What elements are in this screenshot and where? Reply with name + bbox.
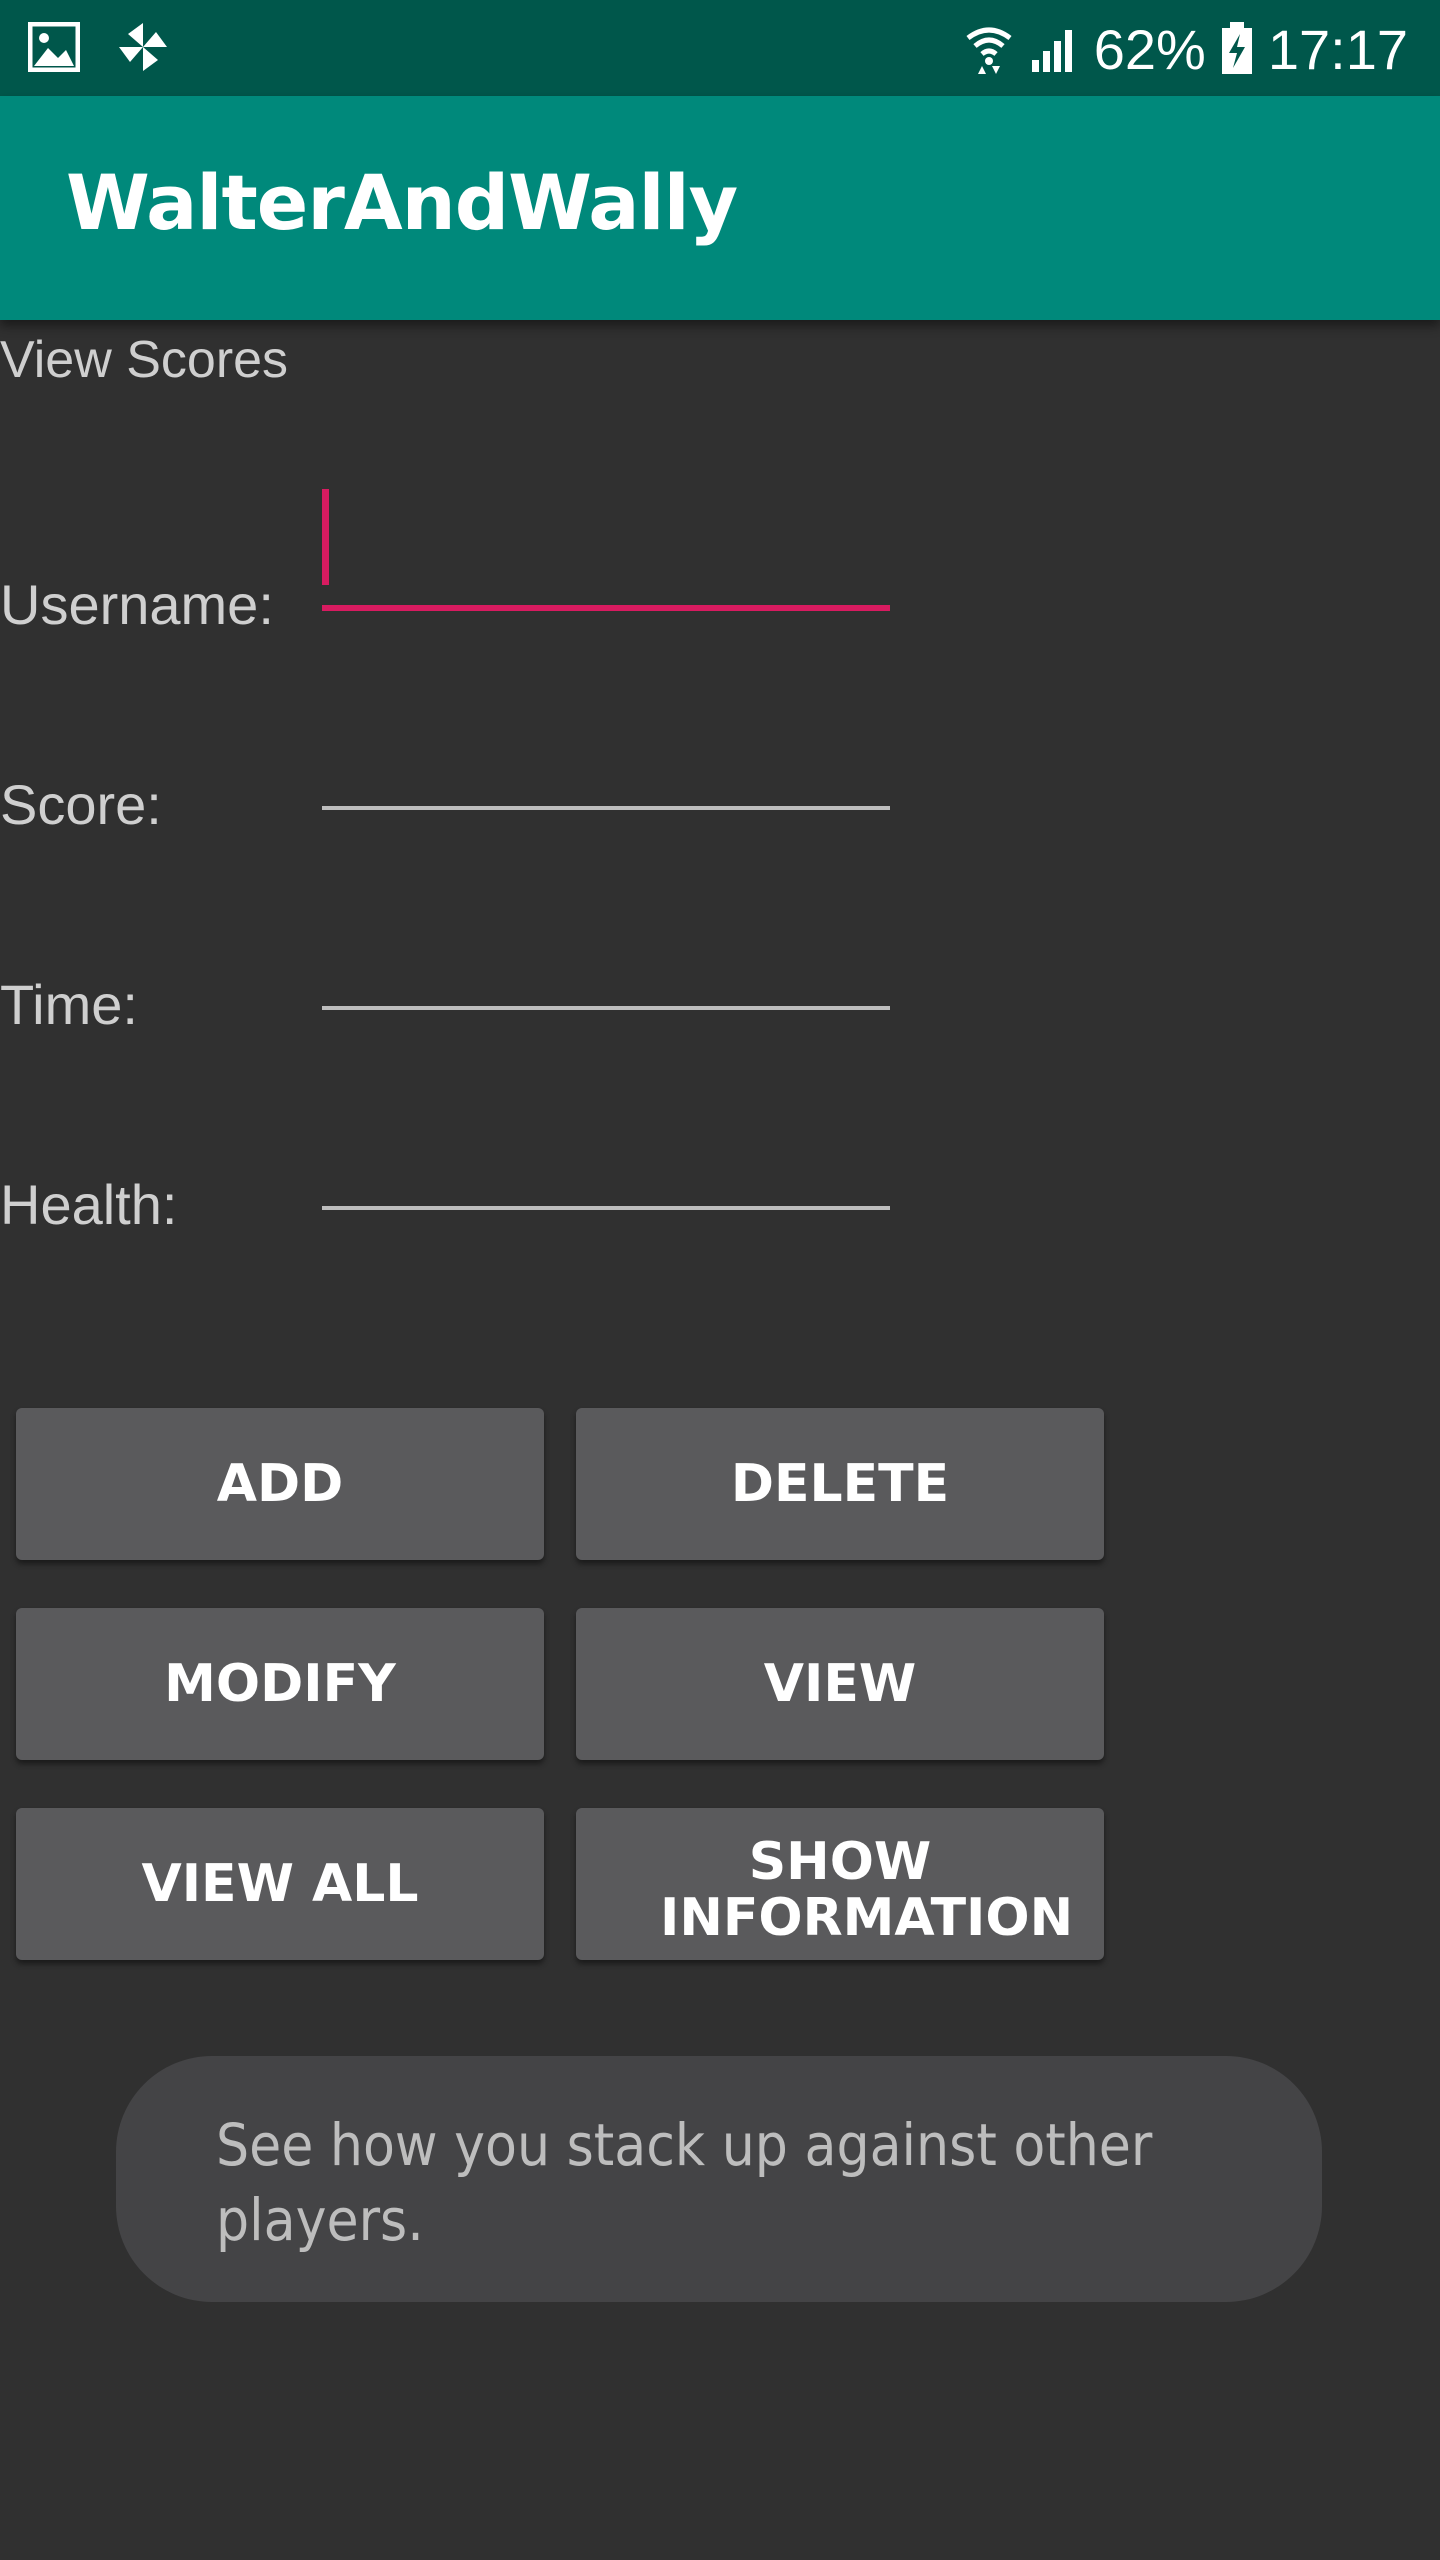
username-field[interactable] bbox=[322, 489, 890, 611]
add-button-label: ADD bbox=[216, 1453, 344, 1514]
toast-message: See how you stack up against other playe… bbox=[116, 2056, 1322, 2302]
score-field[interactable] bbox=[322, 716, 890, 810]
show-information-button[interactable]: SHOW INFORMATION bbox=[576, 1808, 1104, 1960]
system-status: 62% 17:17 bbox=[964, 14, 1408, 84]
health-field[interactable] bbox=[322, 1116, 890, 1210]
view-button[interactable]: VIEW bbox=[576, 1608, 1104, 1760]
pinwheel-notification-icon bbox=[119, 23, 167, 71]
time-label: Time: bbox=[0, 973, 138, 1036]
delete-button-label: DELETE bbox=[730, 1453, 950, 1514]
health-label: Health: bbox=[0, 1173, 178, 1236]
view-all-button-label: VIEW ALL bbox=[141, 1853, 419, 1914]
view-all-button[interactable]: VIEW ALL bbox=[16, 1808, 544, 1960]
battery-charging-icon bbox=[1221, 22, 1252, 74]
modify-button-label: MODIFY bbox=[164, 1653, 396, 1714]
notification-icons bbox=[28, 20, 170, 74]
battery-percentage: 62% bbox=[1093, 17, 1206, 81]
score-label: Score: bbox=[0, 773, 162, 836]
cell-signal-icon bbox=[1031, 30, 1072, 72]
modify-button[interactable]: MODIFY bbox=[16, 1608, 544, 1760]
delete-button[interactable]: DELETE bbox=[576, 1408, 1104, 1560]
view-button-label: VIEW bbox=[763, 1653, 917, 1714]
status-bar: 62% 17:17 bbox=[0, 0, 1440, 96]
app-title: WalterAndWally bbox=[66, 158, 738, 247]
show-information-button-label: SHOW INFORMATION bbox=[660, 1832, 1074, 1949]
app-bar: WalterAndWally bbox=[0, 96, 1440, 320]
screen-title: View Scores bbox=[0, 331, 289, 389]
image-notification-icon bbox=[28, 22, 80, 72]
time-field[interactable] bbox=[322, 916, 890, 1010]
toast-text: See how you stack up against other playe… bbox=[216, 2111, 1153, 2255]
text-caret bbox=[322, 489, 329, 585]
add-button[interactable]: ADD bbox=[16, 1408, 544, 1560]
wifi-icon bbox=[966, 27, 1012, 74]
username-label: Username: bbox=[0, 573, 274, 636]
clock: 17:17 bbox=[1267, 17, 1408, 81]
